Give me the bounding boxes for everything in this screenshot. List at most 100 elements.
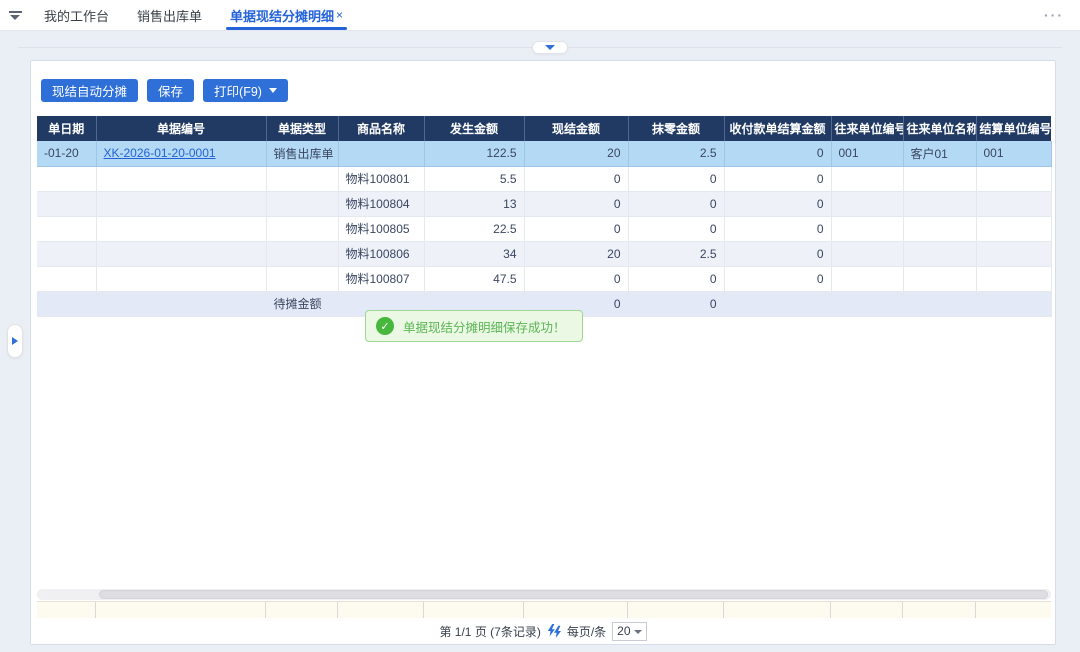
table-cell: 0 xyxy=(724,266,831,291)
table-cell: 销售出库单 xyxy=(266,141,338,166)
table-cell xyxy=(976,291,1051,316)
tab-label: 单据现结分摊明细 xyxy=(230,6,334,25)
table-cell xyxy=(903,191,976,216)
table-cell: 0 xyxy=(524,266,628,291)
table-cell xyxy=(903,166,976,191)
table-cell: -01-20 xyxy=(37,141,96,166)
column-header[interactable]: 单日期 xyxy=(37,116,96,141)
horizontal-scrollbar-track[interactable] xyxy=(37,589,1051,600)
table-cell xyxy=(831,266,903,291)
refresh-icon[interactable] xyxy=(547,624,561,638)
auto-allocate-button[interactable]: 现结自动分摊 xyxy=(41,79,138,102)
table-cell xyxy=(37,241,96,266)
summary-cell xyxy=(338,602,424,618)
table-row[interactable]: 物料10080747.5000 xyxy=(37,266,1051,291)
table-cell xyxy=(37,166,96,191)
summary-cell xyxy=(903,602,976,618)
table-cell: 5.5 xyxy=(424,166,524,191)
table-cell: 0 xyxy=(628,266,724,291)
table-cell: 待摊金额 xyxy=(266,291,338,316)
table-cell: 物料100807 xyxy=(338,266,424,291)
table-cell xyxy=(976,266,1051,291)
column-header[interactable]: 结算单位编号 xyxy=(976,116,1051,141)
table-cell: 001 xyxy=(976,141,1051,166)
table-cell: 2.5 xyxy=(628,141,724,166)
more-tabs-icon[interactable]: ··· xyxy=(1028,0,1080,30)
table-cell xyxy=(96,191,266,216)
table-row[interactable]: 物料10080522.5000 xyxy=(37,216,1051,241)
table-cell: 0 xyxy=(628,166,724,191)
table-body: -01-20XK-2026-01-20-0001销售出库单122.5202.50… xyxy=(37,141,1051,316)
tab-my-workbench[interactable]: 我的工作台 xyxy=(30,0,123,30)
table-cell xyxy=(37,216,96,241)
table-cell xyxy=(831,166,903,191)
column-header[interactable]: 往来单位名称 xyxy=(903,116,976,141)
table-cell: 物料100804 xyxy=(338,191,424,216)
column-header[interactable]: 单据编号 xyxy=(96,116,266,141)
column-header[interactable]: 往来单位编号 xyxy=(831,116,903,141)
table-row[interactable]: -01-20XK-2026-01-20-0001销售出库单122.5202.50… xyxy=(37,141,1051,166)
table-cell: 34 xyxy=(424,241,524,266)
table-cell: 客户01 xyxy=(903,141,976,166)
success-toast: ✓ 单据现结分摊明细保存成功！ xyxy=(365,310,583,342)
summary-cell xyxy=(724,602,831,618)
column-header[interactable]: 现结金额 xyxy=(524,116,628,141)
table-cell xyxy=(831,216,903,241)
tab-list-collapse-icon[interactable] xyxy=(0,0,30,30)
table-cell xyxy=(831,191,903,216)
tab-cash-allocation-detail[interactable]: 单据现结分摊明细 × xyxy=(216,0,357,30)
table-cell xyxy=(903,216,976,241)
table-cell xyxy=(724,291,831,316)
summary-cell xyxy=(628,602,724,618)
auto-allocate-label: 现结自动分摊 xyxy=(52,81,127,100)
column-header[interactable]: 单据类型 xyxy=(266,116,338,141)
print-dropdown-caret-icon xyxy=(269,88,277,93)
summary-cell xyxy=(266,602,338,618)
table-cell xyxy=(37,266,96,291)
table-cell xyxy=(96,291,266,316)
save-label: 保存 xyxy=(158,81,183,100)
table-cell xyxy=(266,166,338,191)
table-cell: 0 xyxy=(724,216,831,241)
summary-row xyxy=(37,601,1051,619)
chevron-right-icon xyxy=(12,337,18,345)
document-number-link[interactable]: XK-2026-01-20-0001 xyxy=(104,146,216,160)
table-row[interactable]: 物料10080413000 xyxy=(37,191,1051,216)
save-button[interactable]: 保存 xyxy=(147,79,194,102)
print-label: 打印(F9) xyxy=(214,81,262,100)
table-row[interactable]: 物料1008015.5000 xyxy=(37,166,1051,191)
table-cell xyxy=(96,166,266,191)
table-cell xyxy=(831,291,903,316)
table-cell: 0 xyxy=(524,216,628,241)
toolbar: 现结自动分摊 保存 打印(F9) xyxy=(41,79,288,102)
horizontal-scrollbar-thumb[interactable] xyxy=(99,590,1048,599)
per-page-select[interactable]: 20 xyxy=(612,622,646,641)
tab-sales-outbound[interactable]: 销售出库单 xyxy=(123,0,216,30)
table-cell: 0 xyxy=(724,141,831,166)
summary-cell xyxy=(37,602,96,618)
column-header[interactable]: 商品名称 xyxy=(338,116,424,141)
column-header[interactable]: 抹零金额 xyxy=(628,116,724,141)
table-cell xyxy=(976,191,1051,216)
summary-cell xyxy=(524,602,628,618)
table-cell xyxy=(96,266,266,291)
print-button[interactable]: 打印(F9) xyxy=(203,79,288,102)
table-cell xyxy=(96,241,266,266)
tab-close-icon[interactable]: × xyxy=(336,8,343,22)
left-panel-expand-toggle[interactable] xyxy=(7,324,23,358)
per-page-label: 每页/条 xyxy=(567,623,606,640)
table-cell: 0 xyxy=(524,166,628,191)
summary-cell xyxy=(976,602,1051,618)
column-header[interactable]: 收付款单结算金额 xyxy=(724,116,831,141)
table-cell: 0 xyxy=(524,191,628,216)
table-row[interactable]: 物料10080634202.50 xyxy=(37,241,1051,266)
menu-down-triangle xyxy=(10,15,20,20)
tab-bar: 我的工作台 销售出库单 单据现结分摊明细 × ··· xyxy=(0,0,1080,31)
data-grid: 单日期单据编号单据类型商品名称发生金额现结金额抹零金额收付款单结算金额往来单位编… xyxy=(37,116,1051,317)
column-header[interactable]: 发生金额 xyxy=(424,116,524,141)
table-cell xyxy=(266,241,338,266)
table-cell xyxy=(96,216,266,241)
per-page-caret-icon xyxy=(634,630,642,634)
top-collapse-toggle[interactable] xyxy=(532,41,568,54)
table-cell xyxy=(903,266,976,291)
